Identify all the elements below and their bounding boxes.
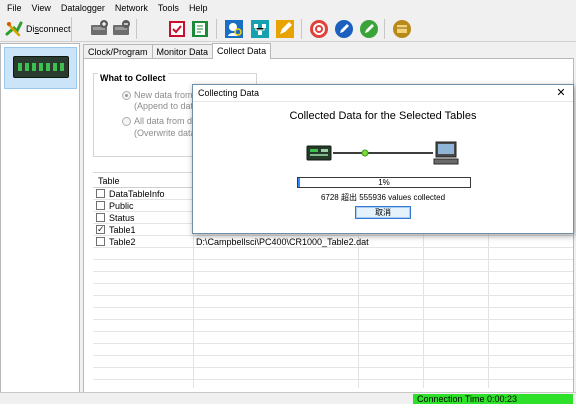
package-icon[interactable] [392, 19, 412, 39]
menu-file[interactable]: File [2, 3, 27, 13]
disconnect-button[interactable]: Disconnect [2, 17, 72, 41]
status-bar: Connection Time 0:00:23 [0, 392, 576, 404]
menu-help[interactable]: Help [184, 3, 213, 13]
progress-percent: 1% [378, 178, 390, 187]
computer-icon [433, 141, 459, 165]
table-row-checkbox[interactable] [96, 213, 105, 222]
add-icon[interactable] [89, 19, 109, 39]
table-empty-row [93, 344, 573, 356]
table-row-checkbox[interactable] [96, 223, 105, 235]
table-empty-row [93, 248, 573, 260]
toolbar-separator [136, 19, 137, 39]
progress-bar: 1% [297, 177, 471, 188]
table-row-checkbox[interactable] [96, 201, 105, 210]
table-column-header: Table [98, 176, 120, 186]
table-row-checkbox[interactable] [96, 189, 105, 198]
close-icon[interactable]: ✕ [553, 86, 569, 100]
datalogger-icon [13, 56, 69, 78]
table-row-checkbox[interactable] [96, 237, 105, 246]
all-data-radio[interactable] [122, 117, 131, 126]
new-data-radio[interactable] [122, 91, 131, 100]
disconnect-label: Disconnect [26, 24, 71, 34]
toolbar-separator [301, 19, 302, 39]
table-empty-row [93, 272, 573, 284]
table-row-name: Table1 [109, 225, 136, 235]
table-row-name: Public [109, 201, 134, 211]
table-empty-row [93, 260, 573, 272]
toolbar: Disconnect [0, 16, 576, 42]
table-empty-row [93, 356, 573, 368]
datalogger-icon [306, 145, 332, 161]
remove-icon[interactable] [111, 19, 131, 39]
table-row-name: Table2 [109, 237, 136, 247]
pen-icon[interactable] [275, 19, 295, 39]
menu-network[interactable]: Network [110, 3, 153, 13]
table-empty-row [93, 284, 573, 296]
tab-clock-program[interactable]: Clock/Program [83, 44, 153, 59]
dialog-title: Collecting Data [198, 88, 260, 98]
tab-collect-data[interactable]: Collect Data [212, 43, 272, 59]
table-row-filename[interactable]: D:\Campbellsci\PC400\CR1000_Table2.dat [196, 237, 369, 247]
what-to-collect-title: What to Collect [98, 73, 168, 83]
menu-tools[interactable]: Tools [153, 3, 184, 13]
table-empty-row [93, 296, 573, 308]
pencil-icon[interactable] [359, 19, 379, 39]
table-row[interactable]: Table2 D:\Campbellsci\PC400\CR1000_Table… [93, 236, 573, 248]
cancel-button[interactable]: 取消 [355, 206, 411, 219]
menu-datalogger[interactable]: Datalogger [56, 3, 110, 13]
dialog-titlebar[interactable]: Collecting Data ✕ [193, 85, 573, 102]
search-user-icon[interactable] [224, 19, 244, 39]
document-icon[interactable] [190, 19, 210, 39]
toolbar-separator [384, 19, 385, 39]
disconnect-icon [5, 20, 23, 38]
stop-icon[interactable] [309, 19, 329, 39]
device-list [0, 43, 80, 393]
all-data-label: All data from dat [134, 116, 200, 126]
toolbar-separator [216, 19, 217, 39]
device-item-cr1000[interactable] [4, 47, 77, 89]
menu-view[interactable]: View [27, 3, 56, 13]
collecting-data-dialog: Collecting Data ✕ Collected Data for the… [192, 84, 574, 234]
table-row-name: DataTableInfo [109, 189, 165, 199]
table-row-name: Status [109, 213, 135, 223]
table-empty-row [93, 332, 573, 344]
tab-strip: Clock/Program Monitor Data Collect Data [83, 43, 272, 59]
progress-status: 6728 超出 555936 values collected [320, 193, 446, 202]
table-empty-row [93, 308, 573, 320]
connection-time: Connection Time 0:00:23 [413, 394, 573, 404]
table-empty-row [93, 368, 573, 380]
transfer-dot [361, 149, 369, 157]
check-document-icon[interactable] [167, 19, 187, 39]
edit-icon[interactable] [334, 19, 354, 39]
tab-monitor-data[interactable]: Monitor Data [151, 44, 214, 59]
data-transfer-illustration [306, 141, 459, 165]
menu-bar: File View Datalogger Network Tools Help [0, 0, 576, 16]
dialog-heading: Collected Data for the Selected Tables [289, 110, 477, 122]
network-icon[interactable] [250, 19, 270, 39]
table-empty-row [93, 320, 573, 332]
